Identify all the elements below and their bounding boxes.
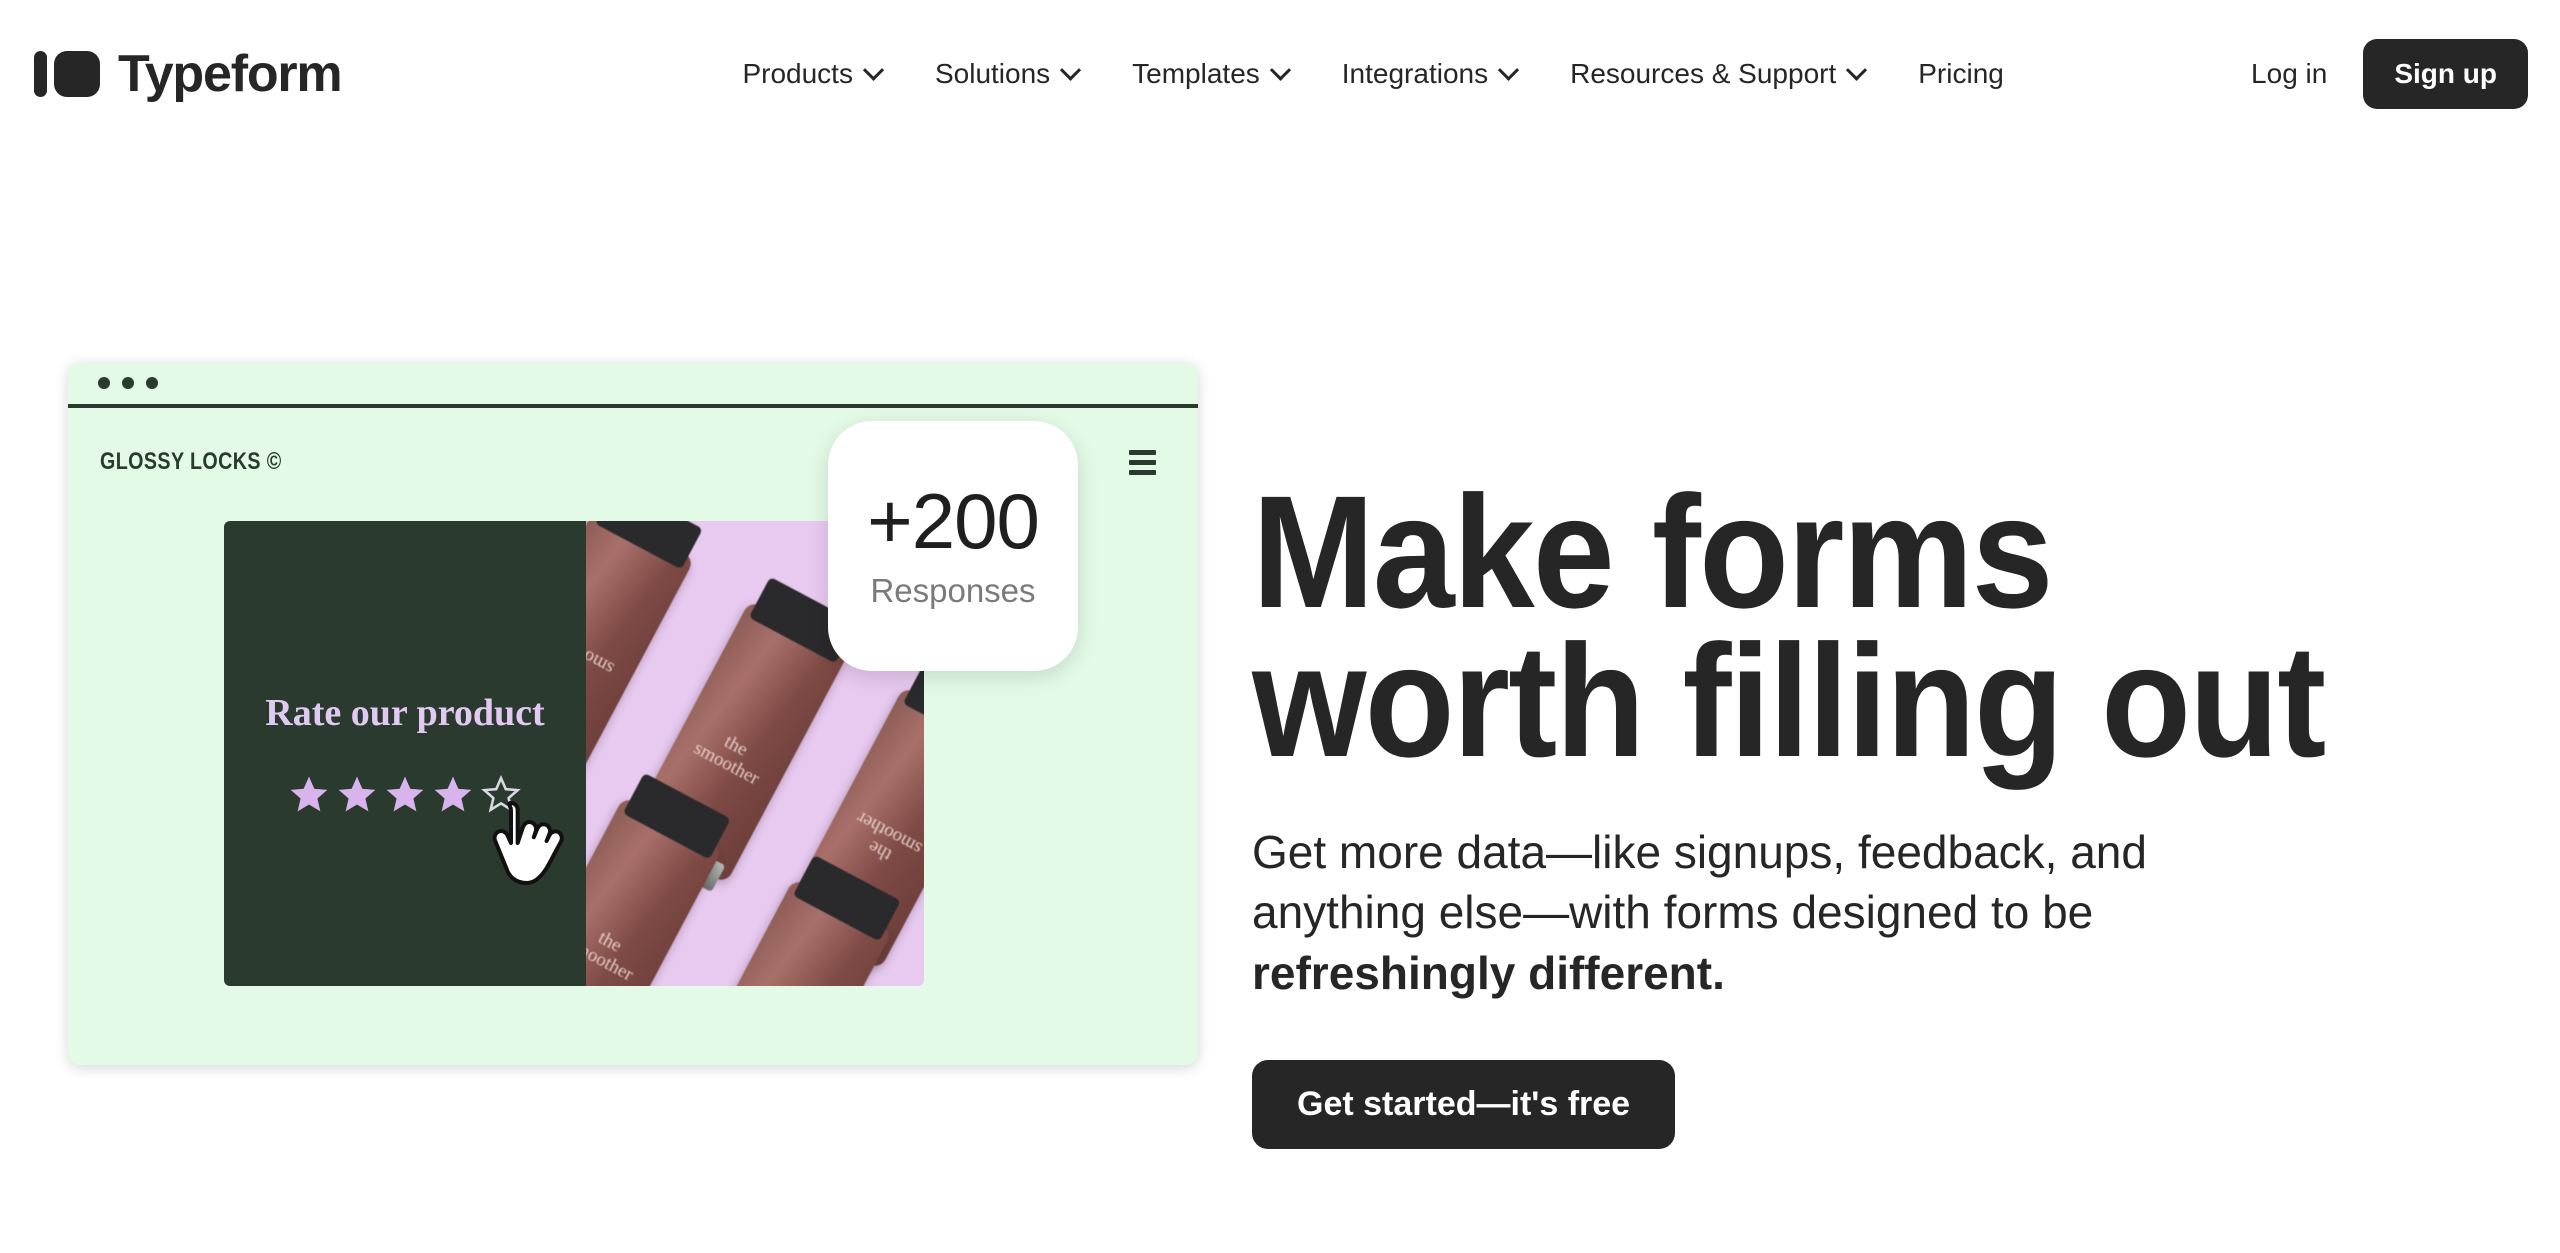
product-bottle: thesmoother [586, 796, 723, 986]
window-dots-icon [122, 377, 134, 389]
hamburger-menu-icon[interactable] [1129, 449, 1156, 475]
shop-name: GLOSSY LOCKS © [100, 448, 282, 475]
chevron-down-icon [1269, 59, 1291, 81]
star-filled-icon[interactable] [383, 773, 427, 817]
chevron-down-icon [862, 59, 885, 81]
responses-count: +200 [867, 477, 1040, 565]
nav-item-integrations[interactable]: Integrations [1315, 48, 1543, 100]
nav-label: Templates [1132, 58, 1260, 89]
chevron-down-icon [1498, 59, 1520, 81]
star-filled-icon[interactable] [335, 773, 379, 817]
window-dots-icon [146, 377, 158, 389]
login-link[interactable]: Log in [2245, 48, 2333, 100]
main-navigation: Products Solutions Templates Integration… [715, 48, 2030, 100]
nav-item-products[interactable]: Products [715, 48, 908, 100]
star-filled-icon[interactable] [431, 773, 475, 817]
product-mockup: GLOSSY LOCKS © Rate our product smoother… [68, 148, 1198, 1065]
subheading-emphasis: refreshingly different. [1252, 947, 1725, 1000]
hand-pointer-icon [492, 800, 564, 885]
window-dots-icon [98, 377, 110, 389]
nav-label: Products [742, 58, 853, 89]
star-filled-icon[interactable] [287, 773, 331, 817]
nav-label: Resources & Support [1570, 58, 1837, 89]
bottle-label: thesmoother [586, 626, 618, 685]
brand-logo[interactable]: Typeform [34, 45, 343, 103]
star-rating[interactable] [287, 773, 564, 885]
rating-question-card: Rate our product [224, 521, 586, 986]
bottle-label: thesmoother [690, 731, 763, 790]
responses-label: Responses [870, 572, 1036, 609]
nav-label: Solutions [934, 58, 1051, 89]
get-started-button[interactable]: Get started—it's free [1252, 1059, 1676, 1149]
nav-item-resources-support[interactable]: Resources & Support [1543, 48, 1891, 100]
typeform-logo-icon [34, 51, 100, 97]
product-bottle: thesmoother [671, 878, 893, 986]
subheading-text: Get more data—like signups, feedback, an… [1252, 825, 2147, 939]
nav-item-pricing[interactable]: Pricing [1891, 48, 2031, 100]
page-title: Make forms worth filling out [1252, 472, 2455, 781]
responses-badge: +200 Responses [828, 421, 1078, 671]
header-actions: Log in Sign up [2245, 39, 2528, 109]
hero-section: GLOSSY LOCKS © Rate our product smoother… [0, 148, 2560, 1149]
chevron-down-icon [1846, 59, 1868, 81]
brand-name: Typeform [118, 45, 343, 103]
hero-subheading: Get more data—like signups, feedback, an… [1252, 822, 2287, 1004]
chevron-down-icon [1060, 59, 1082, 81]
browser-window: GLOSSY LOCKS © Rate our product smoother… [68, 362, 1198, 1065]
bottle-label: thesmoother [586, 927, 637, 986]
nav-item-templates[interactable]: Templates [1105, 48, 1315, 100]
browser-title-bar [68, 362, 1198, 408]
headline-line-2: worth filling out [1252, 610, 2326, 790]
browser-content: GLOSSY LOCKS © Rate our product smoother… [68, 408, 1198, 1061]
nav-label: Integrations [1341, 58, 1489, 89]
rating-question-title: Rate our product [265, 691, 545, 734]
hero-copy: Make forms worth filling out Get more da… [1252, 148, 2560, 1149]
nav-label: Pricing [1918, 58, 2004, 89]
nav-item-solutions[interactable]: Solutions [908, 48, 1105, 100]
site-header: Typeform Products Solutions Templates In… [0, 0, 2560, 148]
signup-button[interactable]: Sign up [2363, 39, 2528, 109]
form-preview-panel: Rate our product smoother the smoother t… [224, 521, 924, 986]
